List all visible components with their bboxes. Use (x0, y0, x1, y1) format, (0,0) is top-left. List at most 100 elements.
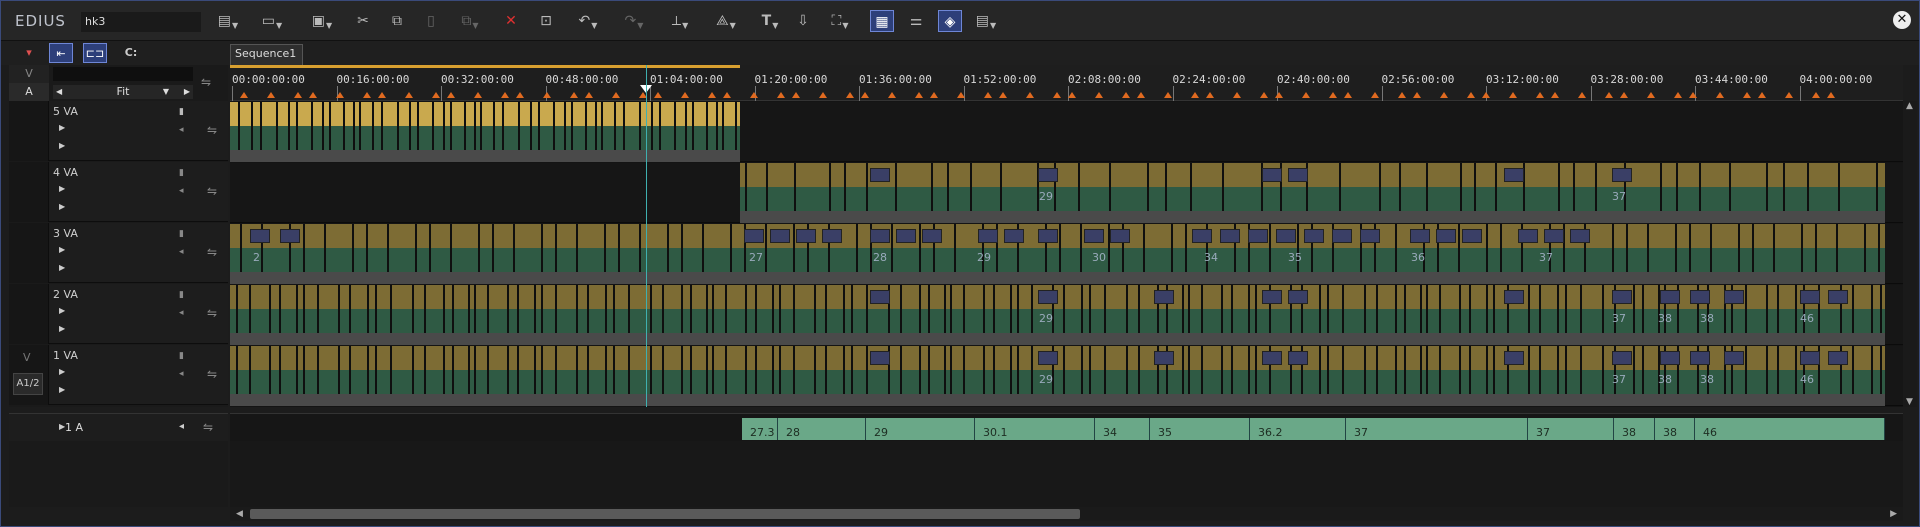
clip-cut[interactable] (895, 163, 897, 211)
clip-marker[interactable] (777, 92, 785, 98)
clip-cut[interactable] (412, 285, 414, 333)
clip-cut[interactable] (601, 102, 603, 150)
clip-cut[interactable] (452, 285, 454, 333)
insert-mode-icon[interactable]: ⇤ (49, 43, 73, 63)
clip-cut[interactable] (576, 346, 578, 394)
clip-cut[interactable] (1319, 346, 1321, 394)
clip-cut[interactable] (706, 285, 708, 333)
clip-cut[interactable] (502, 102, 504, 150)
clip-cut[interactable] (1878, 224, 1880, 272)
clip-cut[interactable] (1539, 285, 1541, 333)
clip-cut[interactable] (706, 346, 708, 394)
clip-marker[interactable] (1785, 92, 1793, 98)
expand-icon[interactable]: ▶ (59, 385, 65, 394)
clip-cut[interactable] (1745, 285, 1747, 333)
clip-marker[interactable] (723, 92, 731, 98)
clip-cut[interactable] (891, 224, 893, 272)
clip-marker[interactable] (1689, 92, 1697, 98)
mixer-icon[interactable]: ⚌ (904, 10, 928, 32)
clip-cut[interactable] (443, 346, 445, 394)
clip-marker[interactable] (585, 92, 593, 98)
audio-mute-icon[interactable]: ◂ (179, 308, 189, 318)
clip-marker[interactable] (861, 92, 869, 98)
clip-cut[interactable] (1188, 285, 1190, 333)
clip-cut[interactable] (1182, 346, 1184, 394)
clip-cut[interactable] (662, 285, 664, 333)
clip-cut[interactable] (367, 346, 369, 394)
clip-cut[interactable] (1185, 224, 1187, 272)
clip-cut[interactable] (1469, 346, 1471, 394)
clip-cut[interactable] (1104, 346, 1106, 394)
clip-cut[interactable] (639, 224, 641, 272)
clip-cut[interactable] (387, 224, 389, 272)
clip-cut[interactable] (851, 346, 853, 394)
clip-cut[interactable] (1080, 224, 1082, 272)
clip-cut[interactable] (628, 346, 630, 394)
clip-cut[interactable] (288, 102, 290, 150)
clip-cut[interactable] (1807, 163, 1809, 211)
clip-cut[interactable] (417, 102, 419, 150)
clip-cut[interactable] (1017, 346, 1019, 394)
clip-marker[interactable] (1191, 92, 1199, 98)
clip-cut[interactable] (1766, 285, 1768, 333)
clip-marker[interactable] (1371, 92, 1379, 98)
clip-marker[interactable] (1482, 92, 1490, 98)
track-patch[interactable]: V A1/2 (9, 345, 49, 405)
clip-marker[interactable] (1647, 92, 1655, 98)
clip-cut[interactable] (928, 346, 930, 394)
clip-cut[interactable] (372, 102, 374, 150)
clip-cut[interactable] (1815, 224, 1817, 272)
clip-cut[interactable] (450, 224, 452, 272)
clip-cut[interactable] (1580, 285, 1582, 333)
clip-cut[interactable] (866, 163, 868, 211)
expand-icon[interactable]: ▶ (59, 263, 65, 272)
clip-cut[interactable] (1660, 163, 1662, 211)
clip-cut[interactable] (993, 346, 995, 394)
zoom-select[interactable]: ◀ Fit ▼ ▶ (53, 85, 193, 99)
title-icon[interactable]: T▼ (757, 10, 783, 32)
clip-cut[interactable] (1626, 224, 1628, 272)
clip-cut[interactable] (1342, 346, 1344, 394)
clip-cut[interactable] (1880, 285, 1882, 333)
track-1a[interactable]: 27.3 28 29 30.1 34 35 36.2 37 37 38 38 46 (230, 413, 1903, 441)
paste-insert-icon[interactable]: ⧉▼ (455, 10, 485, 32)
clip-cut[interactable] (1000, 163, 1002, 211)
clip-marker[interactable] (447, 92, 455, 98)
clip-cut[interactable] (412, 346, 414, 394)
track-2va[interactable]: 29 37 38 38 46 (230, 285, 1903, 345)
clip-cut[interactable] (1399, 163, 1401, 211)
clip-cut[interactable] (1528, 346, 1530, 394)
clip-cut[interactable] (487, 285, 489, 333)
clip-cut[interactable] (735, 102, 737, 150)
track-4va[interactable]: 29 37 (230, 163, 1903, 223)
clip-cut[interactable] (1404, 285, 1406, 333)
clip-marker[interactable] (1122, 92, 1130, 98)
clip-marker[interactable] (1275, 92, 1283, 98)
clip-cut[interactable] (829, 163, 831, 211)
clip-cut[interactable] (844, 163, 846, 211)
clip-cut[interactable] (397, 102, 399, 150)
clip-cut[interactable] (359, 102, 361, 150)
clip-cut[interactable] (1565, 346, 1567, 394)
clip-cut[interactable] (1642, 346, 1644, 394)
ripple-delete-icon[interactable]: ⊡ (536, 10, 556, 32)
clip-marker[interactable] (984, 92, 992, 98)
clip-cut[interactable] (1557, 346, 1559, 394)
clip-cut[interactable] (725, 285, 727, 333)
clip-cut[interactable] (1460, 163, 1462, 211)
clip-cut[interactable] (1836, 224, 1838, 272)
clip-cut[interactable] (1838, 163, 1840, 211)
clip-cut[interactable] (1138, 346, 1140, 394)
audio-lane[interactable] (740, 187, 1885, 211)
clip-cut[interactable] (866, 346, 868, 394)
clip-cut[interactable] (1364, 346, 1366, 394)
clip-cut[interactable] (1327, 285, 1329, 333)
clip-cut[interactable] (685, 102, 687, 150)
clip-cut[interactable] (1339, 163, 1341, 211)
clip-marker[interactable] (819, 92, 827, 98)
clip-cut[interactable] (1010, 285, 1012, 333)
clip-marker[interactable] (1260, 92, 1268, 98)
clip-cut[interactable] (1777, 346, 1779, 394)
clip-cut[interactable] (1871, 285, 1873, 333)
clip-cut[interactable] (794, 163, 796, 211)
